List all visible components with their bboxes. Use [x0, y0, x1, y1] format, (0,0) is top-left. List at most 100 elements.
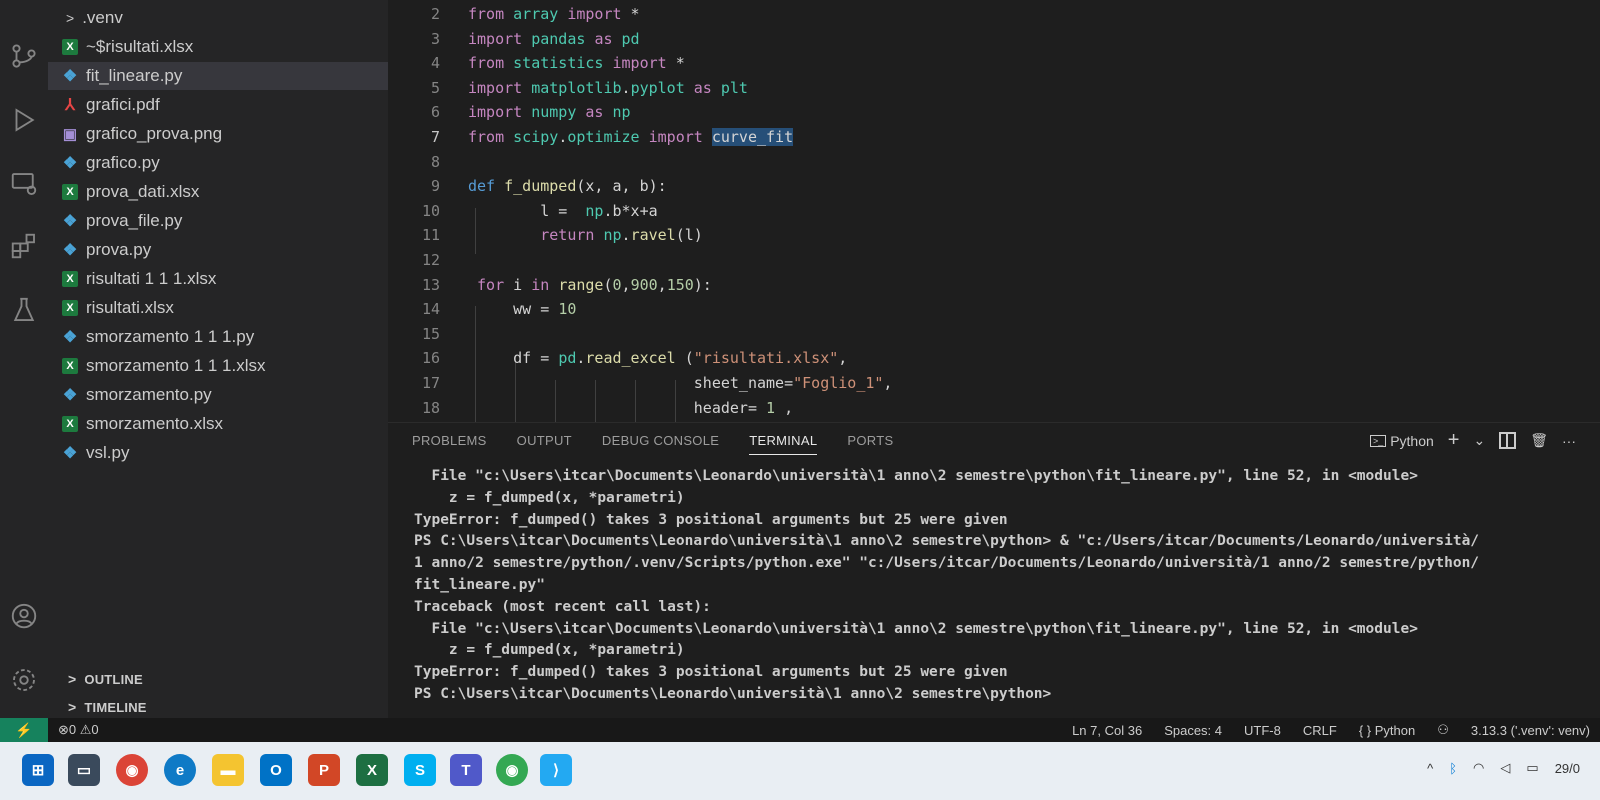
code-line[interactable]: 2 from array import * — [388, 2, 1600, 27]
tree-item-file[interactable]: Xsmorzamento 1 1 1.xlsx — [48, 352, 402, 380]
terminal-shell-selector[interactable]: >_ Python — [1369, 433, 1434, 449]
tree-item-file[interactable]: ❖ prova.py — [48, 236, 402, 264]
file-explorer-icon[interactable]: ▬ — [212, 754, 244, 786]
line-number: 5 — [430, 78, 440, 97]
code-line[interactable]: 11 return np.ravel(l) — [388, 223, 1600, 248]
tree-item-file[interactable]: ▣ grafico_prova.png — [48, 120, 402, 148]
tree-item-file[interactable]: Xprova_dati.xlsx — [48, 178, 402, 206]
more-actions-icon[interactable]: ··· — [1562, 433, 1576, 449]
code-text: df = pd.read_excel ("risultati.xlsx", — [468, 349, 848, 368]
code-line[interactable]: 18 header= 1 , — [388, 396, 1600, 421]
account-icon[interactable] — [0, 596, 48, 636]
tab-debug-console[interactable]: DEBUG CONSOLE — [602, 433, 719, 455]
teams-icon[interactable]: T — [450, 754, 482, 786]
new-terminal-plus-icon[interactable]: + — [1448, 429, 1460, 452]
code-text: l = np.b*x+a — [468, 201, 658, 220]
task-view-icon[interactable]: ▭ — [68, 754, 100, 786]
code-text: return np.ravel(l) — [540, 226, 703, 245]
code-line[interactable]: 4 from statistics import * — [388, 51, 1600, 76]
cursor-position[interactable]: Ln 7, Col 36 — [1072, 723, 1142, 738]
tree-item-file-selected[interactable]: ❖ fit_lineare.py — [48, 62, 388, 90]
tree-item-file[interactable]: ⅄ grafici.pdf — [48, 91, 402, 119]
tree-item-file[interactable]: ❖ smorzamento 1 1 1.py — [48, 323, 402, 351]
tree-item-label: grafici.pdf — [86, 95, 160, 114]
outline-section-header[interactable]: > OUTLINE — [68, 671, 143, 687]
clock-date[interactable]: 29/0 — [1555, 761, 1580, 776]
tree-item-file[interactable]: Xrisultati 1 1 1.xlsx — [48, 265, 402, 293]
source-control-icon[interactable] — [0, 36, 48, 76]
code-line[interactable]: 12 — [388, 248, 1600, 273]
code-line[interactable]: 14 ww = 10 — [388, 297, 1600, 322]
code-line[interactable]: 8 — [388, 150, 1600, 175]
start-windows-icon[interactable]: ⊞ — [22, 754, 54, 786]
tree-item-file[interactable]: ❖ smorzamento.py — [48, 381, 402, 409]
line-number: 9 — [430, 177, 440, 196]
tab-output[interactable]: OUTPUT — [517, 433, 572, 455]
chrome-profile-icon[interactable]: ◉ — [496, 754, 528, 786]
tab-ports[interactable]: PORTS — [847, 433, 893, 455]
remote-explorer-icon[interactable] — [0, 164, 48, 204]
terminal-line: z = f_dumped(x, *parametri) — [414, 642, 685, 659]
code-line[interactable]: 3 import pandas as pd — [388, 27, 1600, 52]
extensions-icon[interactable] — [0, 226, 48, 266]
tree-item-label: smorzamento.xlsx — [86, 414, 223, 433]
code-text: from statistics import * — [468, 54, 685, 73]
chevron-up-icon[interactable]: ^ — [1427, 761, 1433, 776]
split-terminal-icon[interactable] — [1499, 432, 1517, 449]
chevron-down-icon[interactable]: ⌄ — [1473, 432, 1485, 449]
trash-icon[interactable]: 🗑 — [1530, 432, 1548, 449]
testing-icon[interactable] — [0, 290, 48, 330]
code-line[interactable]: 7 from scipy.optimize import curve_fit — [388, 125, 1600, 150]
code-line[interactable]: 16 df = pd.read_excel ("risultati.xlsx", — [388, 346, 1600, 371]
bluetooth-icon[interactable]: ᛒ — [1449, 761, 1457, 776]
chrome-icon[interactable]: ◉ — [116, 754, 148, 786]
code-text: sheet_name="Foglio_1", — [468, 374, 893, 392]
terminal-line: Traceback (most recent call last): — [414, 598, 711, 615]
tree-item-file[interactable]: ❖ grafico.py — [48, 149, 402, 177]
line-ending[interactable]: CRLF — [1303, 723, 1337, 738]
code-line[interactable]: 6 import numpy as np — [388, 100, 1600, 125]
code-line[interactable]: 17 sheet_name="Foglio_1", — [388, 371, 1600, 396]
terminal-line: z = f_dumped(x, *parametri) — [414, 489, 685, 506]
tree-item-file[interactable]: ❖ vsl.py — [48, 439, 402, 467]
copilot-icon[interactable]: ⚇ — [1437, 722, 1449, 738]
tab-terminal[interactable]: TERMINAL — [749, 433, 818, 455]
code-editor[interactable]: 2 from array import * 3 import pandas as pd… — [388, 0, 1600, 422]
tree-item-file[interactable]: ❖ prova_file.py — [48, 207, 402, 235]
volume-icon[interactable]: ◁ — [1500, 760, 1510, 776]
timeline-section-header[interactable]: > TIMELINE — [68, 699, 147, 715]
terminal-line: PS C:\Users\itcar\Documents\Leonardo\uni… — [414, 686, 1052, 702]
code-line[interactable]: 9 def f_dumped(x, a, b): — [388, 174, 1600, 199]
outlook-icon[interactable]: O — [260, 754, 292, 786]
vscode-icon[interactable]: ⟩ — [540, 754, 572, 786]
line-number: 15 — [421, 324, 440, 343]
wifi-icon[interactable]: ◠ — [1473, 760, 1484, 776]
run-debug-icon[interactable] — [0, 100, 48, 140]
tab-problems[interactable]: PROBLEMS — [412, 433, 487, 455]
excel-icon[interactable]: X — [356, 754, 388, 786]
settings-gear-icon[interactable] — [0, 660, 48, 700]
tree-item-label: prova_file.py — [86, 211, 183, 230]
tree-item-venv-folder[interactable]: > .venv — [48, 4, 406, 32]
encoding[interactable]: UTF-8 — [1244, 723, 1281, 738]
indentation[interactable]: Spaces: 4 — [1164, 723, 1222, 738]
language-mode[interactable]: { } Python — [1359, 723, 1415, 738]
code-line[interactable]: 13 for i in range(0,900,150): — [388, 273, 1600, 298]
tree-item-file[interactable]: Xsmorzamento.xlsx — [48, 410, 402, 438]
python-file-icon: ❖ — [62, 155, 78, 172]
remote-indicator-icon[interactable]: ⚡ — [0, 718, 48, 742]
code-line[interactable]: 10 l = np.b*x+a — [388, 199, 1600, 224]
tree-item-file[interactable]: X ~$risultati.xlsx — [48, 33, 402, 61]
powerpoint-icon[interactable]: P — [308, 754, 340, 786]
terminal-line: File "c:\Users\itcar\Documents\Leonardo\… — [414, 468, 1418, 484]
problems-count[interactable]: ⊗0 ⚠0 — [58, 722, 99, 738]
edge-icon[interactable]: e — [164, 754, 196, 786]
skype-icon[interactable]: S — [404, 754, 436, 786]
explorer-sidebar: > .venv X ~$risultati.xlsx ❖ fit_lineare.py… — [48, 0, 388, 718]
battery-icon[interactable]: ▭ — [1526, 760, 1538, 776]
code-line[interactable]: 5 import matplotlib.pyplot as plt — [388, 76, 1600, 101]
python-interpreter[interactable]: 3.13.3 ('.venv': venv) — [1471, 723, 1590, 738]
code-line[interactable]: 15 — [388, 322, 1600, 347]
line-number: 7 — [430, 128, 440, 146]
tree-item-file[interactable]: Xrisultati.xlsx — [48, 294, 402, 322]
